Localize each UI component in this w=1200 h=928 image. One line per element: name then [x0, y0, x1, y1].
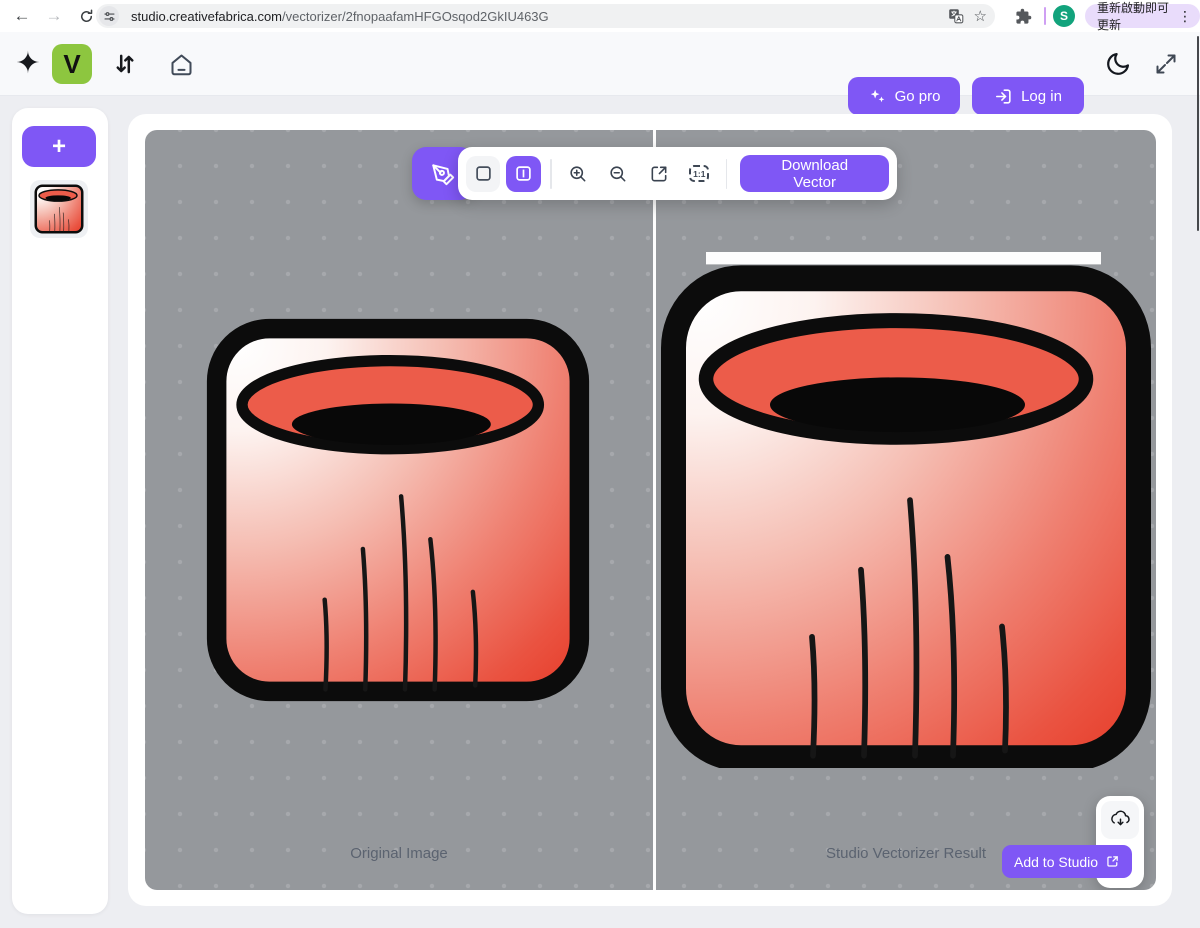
log-in-label: Log in [1021, 88, 1062, 105]
actual-size-button[interactable]: 1:1 [682, 156, 716, 192]
toolbar-divider-2 [726, 159, 728, 189]
compare-canvas[interactable]: Original Image Studio Vectorizer Result [145, 130, 1156, 890]
go-pro-button[interactable]: Go pro [848, 77, 960, 115]
browser-chrome: ← → studio.creativefabrica.com/vectorize… [0, 0, 1200, 32]
vectorized-image [656, 252, 1156, 768]
profile-avatar[interactable]: S [1053, 5, 1075, 27]
go-pro-label: Go pro [895, 88, 941, 105]
result-white-strip [706, 252, 1101, 264]
toolbar-divider [550, 159, 552, 189]
add-to-studio-label: Add to Studio [1014, 854, 1098, 870]
sparkle-glyph: ✦ [15, 49, 40, 79]
result-pane-label: Studio Vectorizer Result [826, 845, 986, 862]
vectorizer-logo[interactable]: V [52, 44, 92, 84]
viewer-toolbar: 1:1 Download Vector [458, 147, 897, 200]
fullscreen-expand-icon[interactable] [1151, 51, 1181, 77]
site-info-icon[interactable] [99, 6, 119, 26]
original-image [203, 315, 593, 705]
app-header: ✦ V Go pro Log in [0, 32, 1200, 96]
add-image-button[interactable]: + [22, 126, 96, 167]
single-view-button[interactable] [466, 156, 500, 192]
update-label: 重新啟動即可更新 [1097, 0, 1172, 33]
browser-reload-icon[interactable] [74, 4, 98, 28]
url-host: studio.creativefabrica.com [131, 9, 282, 24]
files-sidebar: + [12, 108, 108, 914]
bookmark-star-icon[interactable]: ☆ [974, 9, 987, 24]
home-icon[interactable] [166, 49, 196, 79]
download-cloud-icon [1110, 810, 1131, 831]
browser-forward-icon[interactable]: → [42, 4, 66, 28]
download-cloud-button[interactable] [1101, 801, 1139, 839]
chrome-menu-icon[interactable]: ⋮ [1178, 8, 1192, 25]
fit-to-screen-button[interactable] [642, 156, 676, 192]
chrome-update-button[interactable]: 重新啟動即可更新 ⋮ [1085, 4, 1200, 28]
external-link-icon [1105, 854, 1120, 869]
one-to-one-icon: 1:1 [689, 165, 709, 182]
download-vector-button[interactable]: Download Vector [740, 155, 889, 192]
browser-back-icon[interactable]: ← [10, 4, 34, 28]
thumbnail-art [34, 184, 84, 234]
log-in-button[interactable]: Log in [972, 77, 1084, 115]
address-bar[interactable]: studio.creativefabrica.com/vectorizer/2f… [96, 4, 995, 28]
zoom-in-button[interactable] [561, 156, 595, 192]
chrome-divider [1044, 7, 1046, 25]
translate-icon[interactable] [948, 8, 964, 24]
extensions-icon[interactable] [1011, 4, 1035, 28]
split-view-button[interactable] [506, 156, 540, 192]
zoom-out-button[interactable] [601, 156, 635, 192]
sort-arrows-icon[interactable] [110, 50, 140, 78]
split-divider[interactable] [653, 130, 656, 890]
sparkles-icon [868, 87, 887, 106]
viewer-card: Original Image Studio Vectorizer Result [128, 114, 1172, 906]
sparkle-logo-icon[interactable]: ✦ [12, 48, 44, 80]
pen-nib-icon [430, 161, 456, 187]
page-scrollbar[interactable] [1197, 36, 1199, 231]
plus-icon: + [52, 133, 66, 161]
original-pane-label: Original Image [350, 845, 448, 862]
download-vector-label: Download Vector [760, 157, 869, 191]
vectorizer-page: ← → studio.creativefabrica.com/vectorize… [0, 0, 1200, 928]
image-thumbnail[interactable] [30, 180, 88, 238]
login-icon [994, 87, 1013, 106]
dark-mode-moon-icon[interactable] [1102, 49, 1134, 79]
logo-letter: V [63, 49, 80, 80]
url-text: studio.creativefabrica.com/vectorizer/2f… [131, 9, 549, 24]
url-path: /vectorizer/2fnopaafamHFGOsqod2GkIU463G [282, 9, 549, 24]
add-to-studio-button[interactable]: Add to Studio [1002, 845, 1132, 878]
